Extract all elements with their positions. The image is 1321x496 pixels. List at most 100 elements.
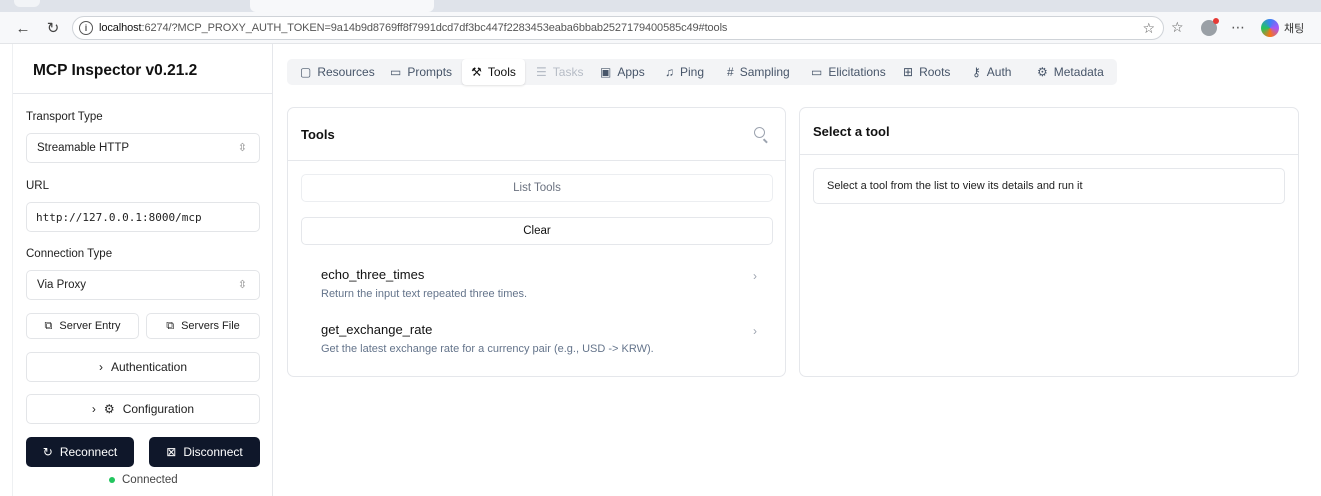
- address-bar[interactable]: i localhost:6274/?MCP_PROXY_AUTH_TOKEN=9…: [72, 16, 1164, 40]
- configuration-toggle[interactable]: › ⚙ Configuration: [26, 394, 260, 424]
- tab-tools[interactable]: ⚒ Tools: [462, 59, 525, 85]
- url-host: localhost: [99, 22, 142, 34]
- tab-ping[interactable]: ♫ Ping: [665, 59, 704, 85]
- message-icon: ▭: [811, 65, 823, 79]
- info-icon[interactable]: i: [79, 21, 93, 35]
- tab-metadata[interactable]: ⚙ Metadata: [1037, 59, 1104, 85]
- browser-tab-active[interactable]: [250, 0, 434, 12]
- chevron-up-down-icon: ⇳: [237, 279, 247, 291]
- rotate-icon: ↻: [42, 445, 53, 459]
- status-text: Connected: [122, 474, 178, 486]
- tab-apps-label: Apps: [617, 65, 645, 79]
- tools-panel: Tools List Tools Clear echo_three_times …: [287, 107, 786, 377]
- list-tools-button[interactable]: List Tools: [301, 174, 773, 202]
- tool-name: get_exchange_rate: [321, 322, 433, 337]
- gear-icon: ⚙: [103, 402, 115, 416]
- tool-description: Get the latest exchange rate for a curre…: [321, 343, 654, 355]
- clear-button[interactable]: Clear: [301, 217, 773, 245]
- copilot-label[interactable]: 채팅: [1284, 20, 1304, 36]
- connection-type-select[interactable]: Via Proxy ⇳: [26, 270, 260, 300]
- browser-tab[interactable]: [14, 0, 40, 7]
- tab-tasks[interactable]: ☰ Tasks: [536, 59, 583, 85]
- list-icon: ☰: [536, 65, 547, 79]
- favorites-icon[interactable]: ☆: [1171, 19, 1184, 36]
- transport-type-value: Streamable HTTP: [37, 142, 130, 154]
- transport-type-label: Transport Type: [26, 111, 103, 123]
- transport-type-select[interactable]: Streamable HTTP ⇳: [26, 133, 260, 163]
- address-url: localhost:6274/?MCP_PROXY_AUTH_TOKEN=9a1…: [99, 22, 727, 34]
- chevron-right-icon: ›: [753, 269, 757, 283]
- tab-prompts-label: Prompts: [407, 65, 453, 79]
- tab-tools-label: Tools: [487, 65, 516, 79]
- tab-resources-label: Resources: [317, 65, 375, 79]
- favorite-star-icon[interactable]: ☆: [1142, 20, 1155, 37]
- url-path: :6274/?MCP_PROXY_AUTH_TOKEN=9a14b9d8769f…: [141, 22, 728, 34]
- authentication-toggle[interactable]: › Authentication: [26, 352, 260, 382]
- chevron-up-down-icon: ⇳: [237, 142, 247, 154]
- sidebar-divider: [13, 93, 273, 94]
- copy-icon: ⧉: [44, 319, 53, 332]
- tool-name: echo_three_times: [321, 267, 425, 282]
- tab-sampling-label: Sampling: [739, 65, 790, 79]
- server-entry-button[interactable]: ⧉ Server Entry: [26, 313, 139, 339]
- sidebar: MCP Inspector v0.21.2 Transport Type Str…: [12, 44, 273, 496]
- tab-tasks-label: Tasks: [552, 65, 584, 79]
- tab-metadata-label: Metadata: [1053, 65, 1104, 79]
- hash-icon: #: [727, 65, 734, 79]
- chevron-right-icon: ›: [91, 402, 96, 416]
- url-input[interactable]: [26, 202, 260, 232]
- unplug-icon: ⊠: [166, 445, 177, 459]
- folder-tree-icon: ⊞: [903, 65, 914, 79]
- hammer-icon: ⚒: [471, 65, 482, 79]
- back-icon[interactable]: ←: [12, 17, 34, 39]
- tab-roots-label: Roots: [919, 65, 951, 79]
- tool-list-item[interactable]: echo_three_times Return the input text r…: [301, 267, 773, 313]
- disconnect-label: Disconnect: [183, 445, 243, 459]
- disconnect-button[interactable]: ⊠ Disconnect: [149, 437, 260, 467]
- connection-type-label: Connection Type: [26, 248, 113, 260]
- key-icon: ⚷: [972, 65, 981, 79]
- more-icon[interactable]: ⋯: [1231, 19, 1245, 36]
- url-label: URL: [26, 180, 50, 192]
- copy-icon: ⧉: [166, 319, 175, 332]
- tab-resources[interactable]: ▢ Resources: [300, 59, 375, 85]
- servers-file-label: Servers File: [181, 320, 240, 332]
- refresh-icon[interactable]: ↻: [42, 17, 64, 39]
- status-dot: [109, 477, 115, 483]
- app-title: MCP Inspector v0.21.2: [33, 62, 198, 79]
- tab-roots[interactable]: ⊞ Roots: [903, 59, 950, 85]
- chevron-right-icon: ›: [98, 360, 103, 374]
- chevron-right-icon: ›: [753, 324, 757, 338]
- connection-status: Connected: [109, 474, 178, 486]
- message-icon: ▭: [390, 65, 402, 79]
- tab-elicitations[interactable]: ▭ Elicitations: [811, 59, 886, 85]
- tool-description: Return the input text repeated three tim…: [321, 288, 528, 300]
- authentication-label: Authentication: [110, 360, 188, 374]
- detail-panel-title: Select a tool: [813, 124, 890, 139]
- browser-tab-strip: [0, 0, 1321, 12]
- tab-sampling[interactable]: # Sampling: [727, 59, 790, 85]
- panel-divider: [288, 160, 785, 161]
- resources-icon: ▢: [300, 65, 312, 79]
- bell-icon: ♫: [665, 65, 674, 79]
- tab-apps[interactable]: ▣ Apps: [600, 59, 645, 85]
- copilot-icon[interactable]: [1261, 19, 1279, 37]
- notification-dot: [1213, 18, 1219, 24]
- tab-prompts[interactable]: ▭ Prompts: [390, 59, 452, 85]
- tab-elicitations-label: Elicitations: [828, 65, 886, 79]
- servers-file-button[interactable]: ⧉ Servers File: [146, 313, 260, 339]
- window-icon: ▣: [600, 65, 612, 79]
- tab-auth[interactable]: ⚷ Auth: [972, 59, 1011, 85]
- search-icon[interactable]: [754, 127, 765, 138]
- tab-auth-label: Auth: [986, 65, 1012, 79]
- browser-toolbar: ← ↻ i localhost:6274/?MCP_PROXY_AUTH_TOK…: [0, 12, 1321, 44]
- tool-detail-panel: Select a tool Select a tool from the lis…: [799, 107, 1299, 377]
- detail-placeholder: Select a tool from the list to view its …: [813, 168, 1285, 204]
- configuration-label: Configuration: [122, 402, 195, 416]
- connection-type-value: Via Proxy: [37, 279, 87, 291]
- tool-list-item[interactable]: get_exchange_rate Get the latest exchang…: [301, 322, 773, 368]
- server-entry-label: Server Entry: [59, 320, 121, 332]
- tab-ping-label: Ping: [680, 65, 705, 79]
- reconnect-label: Reconnect: [59, 445, 118, 459]
- reconnect-button[interactable]: ↻ Reconnect: [26, 437, 134, 467]
